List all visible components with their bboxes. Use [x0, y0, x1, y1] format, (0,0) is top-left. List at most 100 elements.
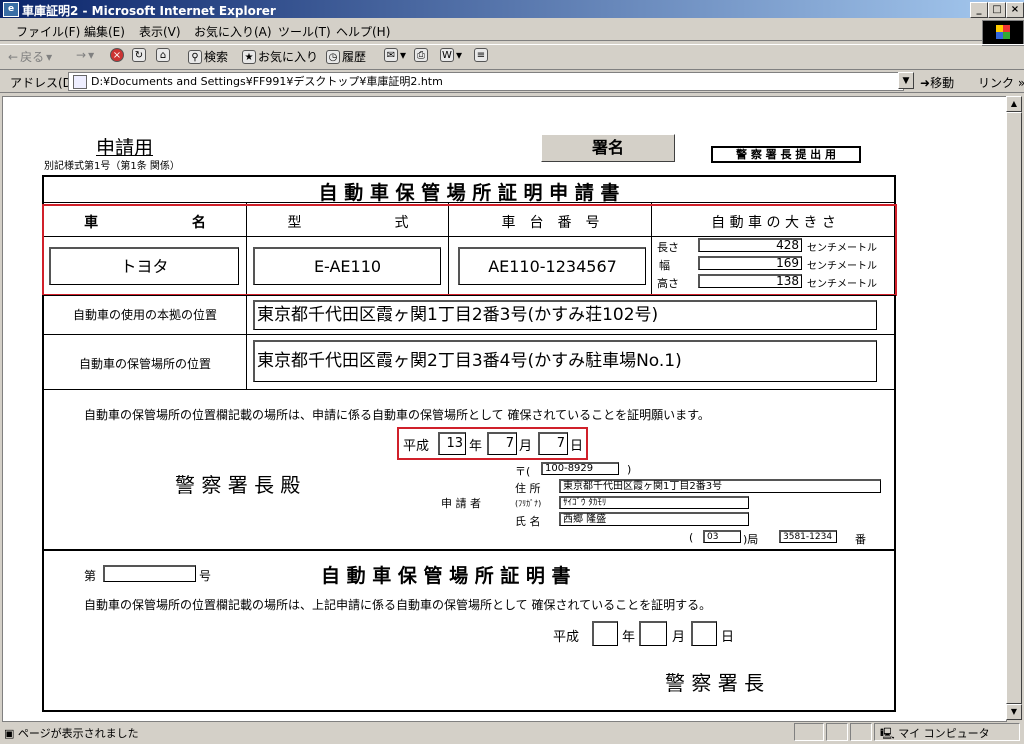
cert-year-field[interactable] — [592, 621, 618, 646]
menu-edit[interactable]: 編集(E) — [84, 23, 125, 40]
dropdown-arrow-icon: ▾ — [400, 48, 407, 62]
favorites-button[interactable]: ★ お気に入り — [242, 48, 318, 65]
scroll-thumb[interactable] — [1006, 112, 1022, 704]
discuss-button[interactable]: ≡ — [474, 48, 488, 62]
menu-bar: ファイル(F) 編集(E) 表示(V) お気に入り(A) ツール(T) ヘルプ(… — [0, 20, 1024, 41]
page-icon — [73, 75, 87, 89]
day-unit: 日 — [570, 439, 584, 454]
home-button[interactable]: ⌂ — [156, 48, 170, 62]
kana-label: (ﾌﾘｶﾞﾅ) — [515, 499, 542, 508]
cert-no-prefix: 第 — [84, 569, 97, 583]
postal-close: ) — [627, 463, 632, 476]
applicant-label: 申 請 者 — [441, 497, 481, 510]
minimize-button[interactable]: _ — [970, 2, 988, 18]
refresh-button[interactable]: ↻ — [132, 48, 146, 62]
print-icon: ⎙ — [414, 48, 428, 62]
status-pane — [826, 723, 848, 741]
name-label: 氏 名 — [515, 515, 541, 528]
edit-button[interactable]: W ▾ — [440, 48, 462, 62]
cert-month-field[interactable] — [639, 621, 667, 646]
status-pane — [850, 723, 872, 741]
storage-location-label: 自動車の保管場所の位置 — [78, 357, 211, 371]
menu-view[interactable]: 表示(V) — [139, 23, 181, 40]
phone-area-field[interactable]: 03 — [703, 530, 741, 543]
title-bar: e 車庫証明2 - Microsoft Internet Explorer _ … — [0, 0, 1024, 18]
cert-day-unit: 日 — [721, 630, 735, 645]
address-label: アドレス(D) — [10, 76, 77, 90]
address-input[interactable]: D:¥Documents and Settings¥FF991¥デスクトップ¥車… — [68, 72, 904, 91]
page-content: 申請用 別記様式第1号（第1条 関係） 署名 警 察 署 長 提 出 用 自 動… — [2, 96, 1007, 722]
status-text: ▣ ページが表示されました — [4, 727, 139, 740]
scroll-up-icon[interactable]: ▲ — [1006, 96, 1022, 112]
request-text: 自動車の保管場所の位置欄記載の場所は、申請に係る自動車の保管場所として 確保され… — [84, 408, 710, 422]
divider — [42, 389, 896, 390]
search-icon: ⚲ — [188, 49, 202, 64]
vehicle-highlight — [42, 204, 897, 296]
links-button[interactable]: リンク » — [978, 74, 1024, 91]
computer-icon: 🖳 — [880, 727, 895, 740]
divider — [42, 549, 896, 551]
home-icon: ⌂ — [156, 48, 170, 62]
year-field[interactable]: 13 — [438, 432, 466, 455]
close-button[interactable]: × — [1006, 2, 1024, 18]
mail-button[interactable]: ✉ ▾ — [384, 48, 406, 62]
applicant-address-field[interactable]: 東京都千代田区霞ヶ関1丁目2番3号 — [559, 479, 881, 493]
date-era: 平成 — [403, 439, 430, 454]
zone-text: 🖳 マイ コンピュータ — [880, 727, 990, 740]
phone-end: 番 — [855, 533, 866, 546]
windows-logo-icon — [982, 20, 1024, 46]
stop-icon: × — [110, 48, 124, 62]
dropdown-arrow-icon: ▾ — [456, 48, 463, 62]
search-button[interactable]: ⚲ 検索 — [188, 48, 228, 65]
address-dropdown-button[interactable]: ▼ — [898, 72, 914, 89]
month-field[interactable]: 7 — [487, 432, 517, 455]
back-button[interactable]: ← 戻る ▾ — [8, 48, 52, 65]
menu-tools[interactable]: ツール(T) — [278, 23, 331, 40]
go-arrow-icon: ➜ — [920, 76, 931, 90]
phone-local-field[interactable]: 3581-1234 — [779, 530, 837, 543]
apply-label: 申請用 — [96, 137, 154, 159]
year-unit: 年 — [469, 439, 483, 454]
address-bar: アドレス(D) D:¥Documents and Settings¥FF991¥… — [0, 70, 1024, 93]
print-button[interactable]: ⎙ — [414, 48, 428, 62]
divider — [42, 334, 896, 335]
history-button[interactable]: ◷ 履歴 — [326, 48, 366, 65]
go-button[interactable]: ➜移動 — [920, 74, 954, 91]
phone-mid: )局 — [743, 533, 759, 546]
divider — [42, 295, 896, 296]
menu-file[interactable]: ファイル(F) — [16, 23, 80, 40]
postal-field[interactable]: 100-8929 — [541, 462, 619, 475]
stop-button[interactable]: × — [110, 48, 124, 62]
month-unit: 月 — [519, 439, 533, 454]
kana-field[interactable]: ｻｲｺﾞｳ ﾀｶﾓﾘ — [559, 496, 749, 509]
maximize-button[interactable]: □ — [988, 2, 1006, 18]
history-icon: ◷ — [326, 49, 340, 64]
refresh-icon: ↻ — [132, 48, 146, 62]
window-title: 車庫証明2 - Microsoft Internet Explorer — [22, 4, 276, 18]
applicant-name-field[interactable]: 西郷 隆盛 — [559, 512, 749, 526]
cert-number-field[interactable] — [103, 565, 196, 582]
base-location-field[interactable]: 東京都千代田区霞ヶ関1丁目2番3号(かすみ荘102号) — [253, 300, 877, 330]
ie-app-icon: e — [3, 2, 19, 17]
menu-favorites[interactable]: お気に入り(A) — [194, 23, 272, 40]
cert-title: 自 動 車 保 管 場 所 証 明 書 — [321, 565, 571, 587]
cert-day-field[interactable] — [691, 621, 717, 646]
day-field[interactable]: 7 — [538, 432, 568, 455]
submit-note: 警 察 署 長 提 出 用 — [711, 146, 861, 163]
cert-date-era: 平成 — [553, 630, 580, 645]
page-done-icon: ▣ — [4, 727, 15, 740]
standard-toolbar: ← 戻る ▾ → ▾ × ↻ ⌂ ⚲ 検索 ★ お気に入り ◷ 履歴 ✉ ▾ ⎙ W ▾ ≡ — [0, 44, 1024, 70]
form-number: 別記様式第1号（第1条 関係） — [44, 161, 180, 172]
scroll-down-icon[interactable]: ▼ — [1006, 704, 1022, 720]
cert-chief: 警 察 署 長 — [665, 671, 765, 695]
dropdown-arrow-icon: ▾ — [46, 49, 53, 64]
menu-help[interactable]: ヘルプ(H) — [336, 23, 390, 40]
storage-location-field[interactable]: 東京都千代田区霞ヶ関2丁目3番4号(かすみ駐車場No.1) — [253, 340, 877, 382]
cert-year-unit: 年 — [622, 630, 636, 645]
vertical-scrollbar[interactable]: ▲ ▼ — [1006, 96, 1022, 720]
dropdown-arrow-icon: ▾ — [88, 48, 95, 62]
forward-arrow-icon: → — [76, 48, 87, 62]
forward-button[interactable]: → ▾ — [76, 48, 94, 62]
sign-button[interactable]: 署名 — [541, 134, 675, 162]
status-bar: ▣ ページが表示されました 🖳 マイ コンピュータ — [0, 722, 1024, 744]
